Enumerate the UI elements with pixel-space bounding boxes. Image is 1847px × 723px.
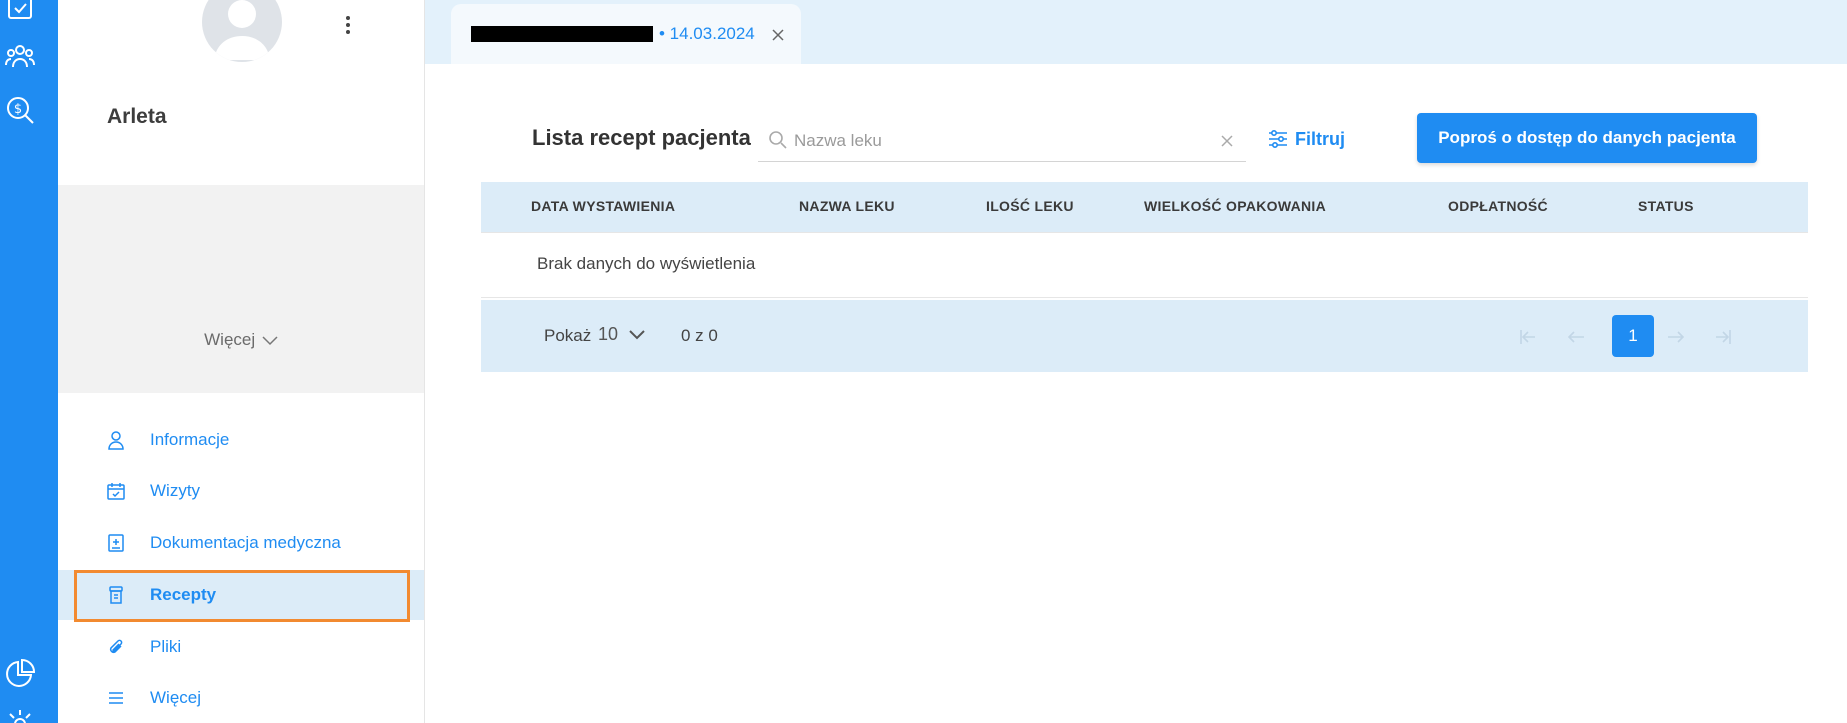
nav-item-recepty[interactable]: Recepty (58, 570, 424, 620)
tab-bar: • 14.03.2024 (425, 0, 1847, 64)
nav-item-dokumentacja[interactable]: Dokumentacja medyczna (58, 518, 424, 568)
page-title: Lista recept pacjenta (532, 125, 751, 150)
pagination-bar: Pokaż 10 0 z 0 1 (481, 300, 1808, 372)
search-icon (768, 130, 788, 150)
money-search-icon[interactable]: $ (4, 94, 36, 126)
avatar (202, 0, 282, 62)
nav-item-label: Informacje (150, 430, 230, 449)
nav-item-label: Wizyty (150, 481, 201, 500)
tab-date: • 14.03.2024 (659, 24, 755, 43)
more-details-label: Więcej (204, 330, 256, 349)
nav-item-wizyty[interactable]: Wizyty (58, 466, 424, 516)
close-icon[interactable] (771, 27, 785, 41)
next-page-icon[interactable] (1665, 326, 1687, 348)
chevron-down-icon (629, 329, 645, 339)
column-header[interactable]: DATA WYSTAWIENIA (531, 198, 675, 214)
nav-item-pliki[interactable]: Pliki (58, 622, 424, 672)
nav-item-wiecej[interactable]: Więcej (58, 673, 424, 723)
main-content: • 14.03.2024 Lista recept pacjenta Filtr… (424, 0, 1847, 723)
prescription-icon (106, 585, 126, 605)
medical-doc-icon (106, 533, 126, 553)
column-header[interactable]: NAZWA LEKU (799, 198, 895, 214)
filter-button[interactable]: Filtruj (1267, 128, 1345, 150)
tab-patient[interactable]: • 14.03.2024 (451, 4, 801, 64)
column-header[interactable]: STATUS (1638, 198, 1694, 214)
table-header: DATA WYSTAWIENIA NAZWA LEKU ILOŚĆ LEKU W… (481, 182, 1808, 232)
per-page-select[interactable]: 10 (598, 324, 646, 345)
calendar-check-icon (106, 481, 126, 501)
empty-state-text: Brak danych do wyświetlenia (537, 254, 756, 273)
icon-rail: $ (0, 0, 58, 723)
nav-item-label: Recepty (150, 585, 217, 604)
more-options-icon[interactable] (338, 14, 358, 36)
patient-panel: Arleta Więcej Informacje Wizyty Dokument… (58, 0, 424, 723)
nav-item-label: Pliki (150, 637, 182, 656)
filter-label: Filtruj (1295, 128, 1345, 149)
settings-icon[interactable] (4, 708, 36, 723)
column-header[interactable]: WIELKOŚĆ OPAKOWANIA (1144, 198, 1326, 214)
redacted-patient-name (471, 26, 653, 42)
sliders-icon (1269, 129, 1287, 149)
calendar-check-icon[interactable] (4, 0, 36, 24)
user-icon (106, 430, 126, 450)
svg-text:$: $ (14, 102, 22, 117)
chevron-down-icon (262, 331, 278, 351)
last-page-icon[interactable] (1712, 326, 1734, 348)
nav-item-informacje[interactable]: Informacje (58, 415, 424, 465)
search-input[interactable] (794, 126, 1214, 156)
chart-pie-icon[interactable] (4, 657, 36, 689)
search-field (758, 122, 1246, 162)
per-page-label: Pokaż (544, 326, 592, 345)
nav-item-label: Dokumentacja medyczna (150, 533, 341, 552)
request-access-button[interactable]: Poproś o dostęp do danych pacjenta (1417, 113, 1757, 163)
users-icon[interactable] (4, 40, 36, 72)
patient-details-box: Więcej (58, 185, 424, 393)
patient-name: Arleta (107, 105, 167, 128)
menu-icon (106, 688, 126, 708)
paperclip-icon (106, 637, 126, 657)
column-header[interactable]: ILOŚĆ LEKU (986, 198, 1074, 214)
nav-item-label: Więcej (150, 688, 202, 707)
first-page-icon[interactable] (1517, 326, 1539, 348)
more-details-toggle[interactable]: Więcej (58, 330, 424, 351)
column-header[interactable]: ODPŁATNOŚĆ (1448, 198, 1548, 214)
page-button-current[interactable]: 1 (1612, 315, 1654, 357)
table-empty-row: Brak danych do wyświetlenia (481, 232, 1808, 298)
previous-page-icon[interactable] (1565, 326, 1587, 348)
page-range: 0 z 0 (681, 326, 718, 345)
per-page-value: 10 (598, 324, 619, 344)
clear-icon[interactable] (1220, 134, 1234, 148)
